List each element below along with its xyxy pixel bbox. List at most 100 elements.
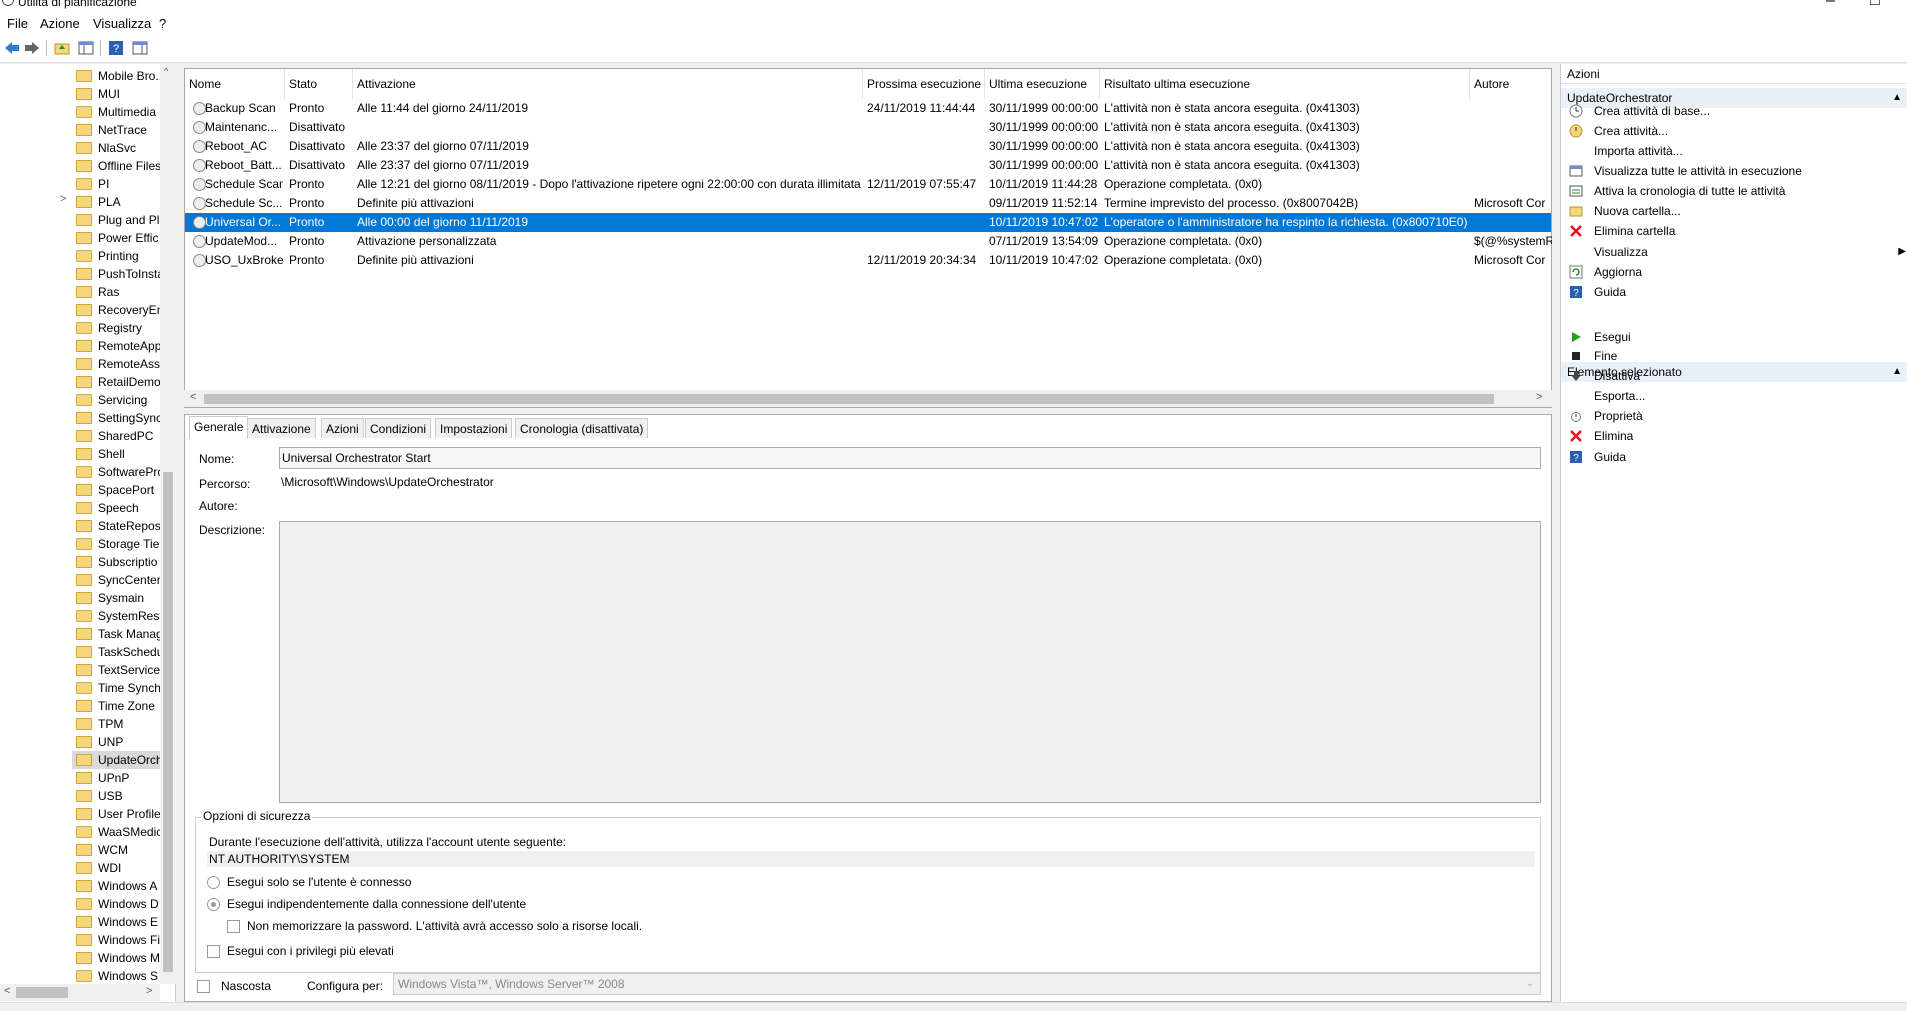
tree-folder-item[interactable]: SoftwarePro [72,463,162,481]
tree-folder-item[interactable]: TaskSchedu [72,643,162,661]
tree-folder-item[interactable]: UNP [72,733,162,751]
radio-logged-on[interactable] [207,876,220,889]
description-field[interactable] [279,521,1541,803]
up-folder-button[interactable] [52,38,72,58]
tree-expander-icon[interactable]: > [60,193,66,205]
column-header-last-result[interactable]: Risultato ultima esecuzione [1100,69,1470,99]
tree-folder-item[interactable]: TPM [72,715,162,733]
tab-impostazioni[interactable]: Impostazioni [435,418,513,438]
help-toolbar-button[interactable]: ? [106,38,126,58]
minimize-button[interactable]: – [1826,0,1835,10]
table-row[interactable]: Backup Scan Pronto Alle 11:44 del giorno 2… [185,99,1551,118]
tree-horizontal-scrollbar[interactable]: < > [0,984,160,1001]
action-item[interactable]: Crea attività di base... [1561,101,1907,121]
tree-folder-item[interactable]: USB [72,787,162,805]
menu-azione[interactable]: Azione [40,16,80,31]
tree-folder-item[interactable]: SystemRest [72,607,162,625]
tree-folder-item[interactable]: Time Synch [72,679,162,697]
tree-folder-item[interactable]: Subscriptio [72,553,162,571]
action-item[interactable]: Fine [1561,346,1907,366]
show-hide-console-button[interactable] [76,38,96,58]
tree-folder-item[interactable]: TextServices [72,661,162,679]
tree-folder-item[interactable]: SettingSync [72,409,162,427]
tree-folder-item[interactable]: Windows E [72,913,162,931]
tree-folder-item[interactable]: WCM [72,841,162,859]
tree-folder-item[interactable]: Shell [72,445,162,463]
scroll-left-icon[interactable]: < [4,985,10,997]
action-item[interactable]: ? Guida [1561,447,1907,467]
tab-generale[interactable]: Generale [189,416,249,439]
action-item[interactable]: Importa attività... [1561,141,1907,161]
column-header-trigger[interactable]: Attivazione [353,69,863,99]
checkbox-hidden[interactable] [197,980,210,993]
tree-folder-item[interactable]: NetTrace [72,121,162,139]
action-item[interactable]: Crea attività... [1561,121,1907,141]
action-item[interactable]: Esegui [1561,327,1907,347]
scroll-right-icon[interactable]: > [1536,391,1542,403]
action-item[interactable]: Visualizza ▶ [1561,242,1907,262]
tree-folder-item[interactable]: Time Zone [72,697,162,715]
tree-folder-item[interactable]: RetailDemo [72,373,162,391]
tree-folder-item[interactable]: Mobile Bro... [72,67,162,85]
tree-folder-item[interactable]: UPnP [72,769,162,787]
tree-folder-item[interactable]: PI [72,175,162,193]
tab-azioni[interactable]: Azioni [321,418,364,438]
column-header-last-run[interactable]: Ultima esecuzione [985,69,1100,99]
tree-folder-item[interactable]: Servicing [72,391,162,409]
table-row[interactable]: Schedule Scan Pronto Alle 12:21 del giorno… [185,175,1551,194]
action-item[interactable]: Nuova cartella... [1561,201,1907,221]
action-item[interactable]: Aggiorna [1561,262,1907,282]
tree-folder-item[interactable]: Windows Fi [72,931,162,949]
tree-folder-item[interactable]: Power Effic [72,229,162,247]
tree-folder-item[interactable]: Sysmain [72,589,162,607]
tree-folder-item[interactable]: PLA [72,193,162,211]
column-header-name[interactable]: Nome [185,69,285,99]
tree-folder-item[interactable]: Storage Tier [72,535,162,553]
table-row[interactable]: Universal Or... Pronto Alle 00:00 del gior… [185,213,1551,232]
tree-folder-item[interactable]: Windows S [72,967,162,985]
tab-condizioni[interactable]: Condizioni [365,418,432,438]
tree-folder-item[interactable]: WDI [72,859,162,877]
checkbox-no-password[interactable] [227,920,240,933]
scroll-thumb[interactable] [163,472,173,972]
action-item[interactable]: Esporta... [1561,386,1907,406]
back-button[interactable] [2,38,22,58]
tree-folder-item[interactable]: Printing [72,247,162,265]
table-row[interactable]: Reboot_AC Disattivato Alle 23:37 del giorn… [185,137,1551,156]
scroll-up-icon[interactable]: ^ [164,66,168,76]
tree-folder-item[interactable]: PushToInsta [72,265,162,283]
tree-folder-item[interactable]: WaaSMedic [72,823,162,841]
tree-folder-item[interactable]: UpdateOrch [72,751,162,769]
scroll-thumb[interactable] [204,394,1494,404]
table-row[interactable]: UpdateMod... Pronto Attivazione personaliz… [185,232,1552,251]
tree-vertical-scrollbar[interactable]: ^ [160,64,176,984]
action-item[interactable]: Attiva la cronologia di tutte le attivit… [1561,181,1907,201]
tree-folder-item[interactable]: Windows A [72,877,162,895]
tree-folder-item[interactable]: Offline Files [72,157,162,175]
menu-file[interactable]: File [7,16,28,31]
scroll-right-icon[interactable]: > [146,985,152,997]
tree-folder-item[interactable]: RemoteAss [72,355,162,373]
show-action-pane-button[interactable] [130,38,150,58]
column-header-next-run[interactable]: Prossima esecuzione [863,69,985,99]
scroll-left-icon[interactable]: < [190,391,196,403]
configure-for-combo[interactable]: Windows Vista™, Windows Server™ 2008 ⌄ [393,973,1541,995]
tree-folder-item[interactable]: Windows D [72,895,162,913]
menu-help[interactable]: ? [159,16,166,31]
table-row[interactable]: Reboot_Batt... Disattivato Alle 23:37 del … [185,156,1551,175]
tree-folder-item[interactable]: MUI [72,85,162,103]
tree-folder-item[interactable]: RemoteApp [72,337,162,355]
tree-folder-item[interactable]: SharedPC [72,427,162,445]
action-item[interactable]: Disattiva [1561,366,1907,386]
tab-cronologia[interactable]: Cronologia (disattivata) [515,418,649,438]
action-item[interactable]: Visualizza tutte le attività in esecuzio… [1561,161,1907,181]
tree-folder-item[interactable]: StateReposi [72,517,162,535]
action-item[interactable]: ? Guida [1561,282,1907,302]
tree-folder-item[interactable]: Windows M [72,949,162,967]
tree-folder-item[interactable]: Registry [72,319,162,337]
menu-visualizza[interactable]: Visualizza [93,16,151,31]
action-item[interactable]: Proprietà [1561,406,1907,426]
tree-folder-item[interactable]: SpacePort [72,481,162,499]
scroll-thumb[interactable] [16,987,68,998]
tree-folder-item[interactable]: User Profile [72,805,162,823]
